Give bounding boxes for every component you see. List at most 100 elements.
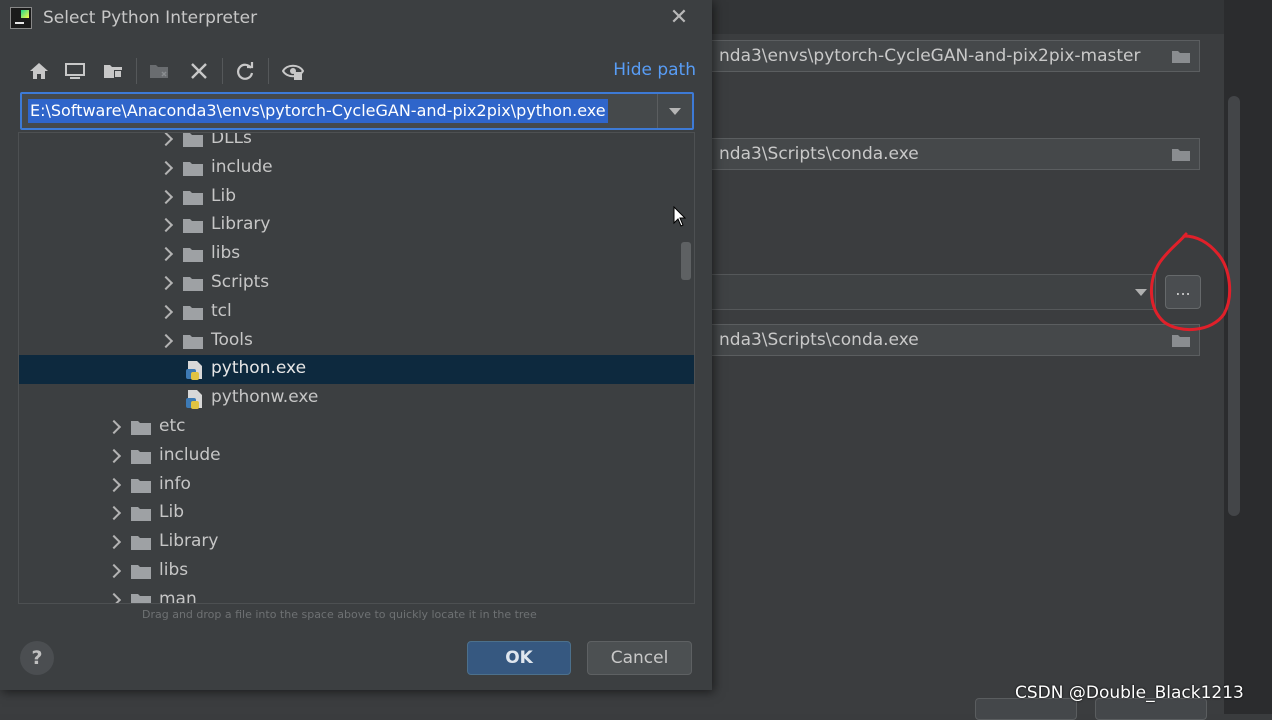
- chevron-right-icon[interactable]: [158, 247, 174, 262]
- folder-icon: [131, 565, 151, 579]
- folder-icon: [183, 248, 203, 263]
- chevron-down-icon[interactable]: [669, 108, 681, 115]
- folder-icon: [131, 507, 151, 522]
- ok-button[interactable]: OK: [467, 641, 571, 675]
- tree-item-label: Lib: [211, 185, 236, 206]
- tree-folder-item[interactable]: info: [19, 471, 694, 500]
- chevron-right-icon[interactable]: [106, 535, 122, 550]
- folder-icon: [131, 536, 151, 551]
- env-location-field[interactable]: nda3\envs\pytorch-CycleGAN-and-pix2pix-m…: [700, 40, 1200, 72]
- background-titlebar: [712, 0, 1224, 34]
- tree-item-label: libs: [159, 560, 189, 580]
- dialog-titlebar: Select Python Interpreter ✕: [0, 0, 712, 36]
- delete-icon[interactable]: [188, 60, 210, 82]
- conda-executable-text: nda3\Scripts\conda.exe: [719, 144, 919, 164]
- toolbar-separator: [136, 58, 137, 84]
- folder-icon: [183, 161, 203, 176]
- dialog-title: Select Python Interpreter: [43, 8, 258, 28]
- show-hidden-icon[interactable]: [282, 60, 304, 82]
- tree-folder-item[interactable]: Tools: [19, 327, 694, 356]
- tree-file-item[interactable]: pythonw.exe: [19, 384, 694, 413]
- folder-icon: [131, 478, 151, 493]
- tree-folder-item[interactable]: Library: [19, 211, 694, 240]
- tree-folder-item[interactable]: DLLs: [19, 132, 694, 154]
- chevron-right-icon[interactable]: [158, 275, 174, 291]
- chevron-right-icon[interactable]: [106, 419, 122, 435]
- tree-scrollbar-thumb[interactable]: [681, 242, 691, 280]
- path-combo[interactable]: E:\Software\Anaconda3\envs\pytorch-Cycle…: [20, 92, 694, 130]
- chevron-right-icon[interactable]: [158, 133, 174, 147]
- tree-folder-item[interactable]: include: [19, 442, 694, 471]
- tree-item-label: libs: [211, 243, 241, 264]
- chevron-right-icon[interactable]: [106, 448, 122, 463]
- desktop-icon[interactable]: [64, 60, 86, 82]
- select-python-interpreter-dialog: Select Python Interpreter ✕ Hide path E:: [0, 0, 712, 690]
- toolbar-separator: [268, 58, 269, 84]
- chevron-right-icon[interactable]: [158, 189, 174, 204]
- close-icon[interactable]: ✕: [668, 7, 690, 30]
- browse-folder-icon[interactable]: [1171, 146, 1191, 162]
- tree-folder-item[interactable]: etc: [19, 413, 694, 442]
- tree-item-label: include: [211, 156, 273, 177]
- hide-path-link[interactable]: Hide path: [613, 60, 696, 80]
- chevron-right-icon[interactable]: [106, 477, 122, 492]
- tree-item-label: etc: [159, 416, 186, 436]
- new-folder-icon[interactable]: [148, 60, 170, 82]
- tree-folder-item[interactable]: Scripts: [19, 269, 694, 298]
- conda-executable-field[interactable]: nda3\Scripts\conda.exe: [700, 138, 1200, 170]
- path-input[interactable]: E:\Software\Anaconda3\envs\pytorch-Cycle…: [28, 99, 608, 123]
- tree-item-label: Library: [159, 531, 219, 552]
- folder-icon: [183, 334, 203, 349]
- interpreter-combo[interactable]: [700, 274, 1156, 310]
- help-button[interactable]: ?: [20, 641, 54, 675]
- folder-icon: [131, 449, 151, 464]
- chevron-right-icon[interactable]: [106, 563, 122, 579]
- drag-drop-hint: Drag and drop a file into the space abov…: [142, 608, 537, 621]
- tree-item-label: DLLs: [211, 132, 252, 148]
- tree-folder-item[interactable]: libs: [19, 240, 694, 269]
- tree-folder-item[interactable]: include: [19, 154, 694, 183]
- tree-item-label: tcl: [211, 300, 232, 321]
- file-tree[interactable]: DLLs include Lib Library libs Scripts tcl Tools…: [18, 132, 695, 604]
- folder-icon: [183, 305, 203, 320]
- folder-icon: [131, 593, 151, 603]
- toolbar-separator: [222, 58, 223, 84]
- chevron-right-icon[interactable]: [106, 592, 122, 603]
- chevron-right-icon[interactable]: [158, 333, 174, 348]
- tree-item-label: include: [159, 444, 221, 465]
- tree-file-item[interactable]: python.exe: [19, 355, 694, 385]
- watermark: CSDN @Double_Black1213: [1015, 683, 1244, 703]
- folder-icon: [183, 219, 203, 234]
- conda-executable-text-2: nda3\Scripts\conda.exe: [719, 330, 919, 350]
- tree-folder-item[interactable]: Lib: [19, 499, 694, 528]
- tree-folder-item[interactable]: man: [19, 586, 694, 604]
- home-icon[interactable]: [28, 60, 50, 82]
- project-icon[interactable]: [102, 60, 124, 82]
- tree-folder-item[interactable]: tcl: [19, 298, 694, 327]
- tree-folder-item[interactable]: libs: [19, 557, 694, 586]
- cancel-button[interactable]: Cancel: [587, 641, 692, 675]
- folder-icon: [183, 190, 203, 205]
- tree-item-label: man: [159, 588, 197, 604]
- folder-icon: [131, 421, 151, 435]
- tree-folder-item[interactable]: Library: [19, 528, 694, 557]
- chevron-right-icon[interactable]: [106, 506, 122, 521]
- env-location-text: nda3\envs\pytorch-CycleGAN-and-pix2pix-m…: [719, 46, 1141, 66]
- tree-item-label: python.exe: [211, 358, 307, 379]
- chevron-right-icon[interactable]: [158, 218, 174, 233]
- tree-item-label: Scripts: [211, 272, 270, 292]
- pycharm-app-icon: [10, 7, 32, 29]
- python-file-icon: [186, 390, 202, 410]
- folder-icon: [183, 133, 203, 147]
- chevron-right-icon[interactable]: [158, 304, 174, 319]
- conda-executable-field-2[interactable]: nda3\Scripts\conda.exe: [700, 324, 1200, 356]
- path-history-dropdown[interactable]: [657, 94, 692, 128]
- folder-icon: [183, 277, 203, 291]
- tree-folder-item[interactable]: Lib: [19, 183, 694, 212]
- refresh-icon[interactable]: [234, 60, 256, 82]
- tree-item-label: Library: [211, 214, 271, 235]
- chevron-right-icon[interactable]: [158, 160, 174, 175]
- tree-item-label: info: [159, 473, 191, 494]
- browse-folder-icon[interactable]: [1171, 48, 1191, 64]
- python-file-icon: [186, 361, 202, 381]
